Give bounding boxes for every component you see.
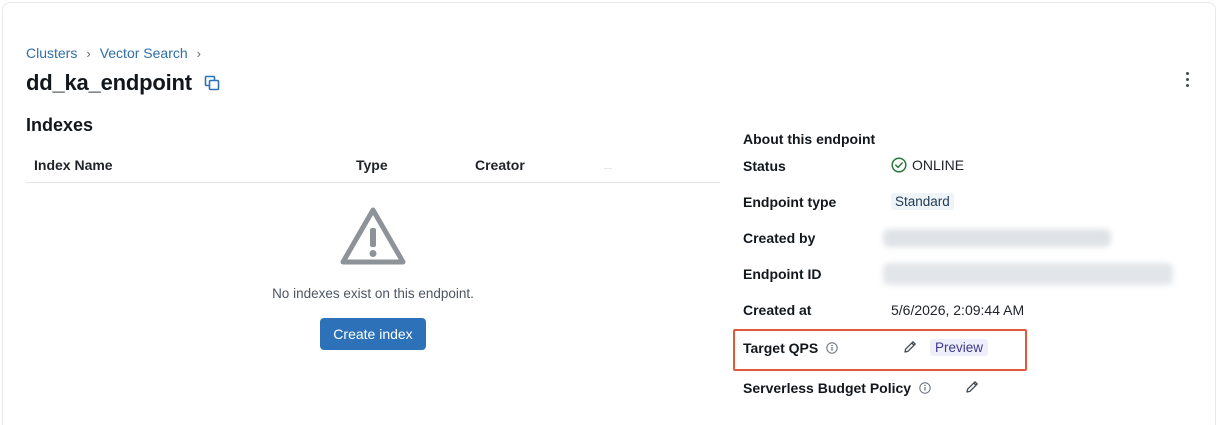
column-resize-handle[interactable]: [604, 168, 612, 169]
breadcrumb-separator: ›: [86, 45, 91, 61]
indexes-table: Index Name Type Creator: [26, 150, 720, 183]
status-text: ONLINE: [912, 157, 965, 173]
info-icon[interactable]: [919, 382, 931, 394]
empty-state: No indexes exist on this endpoint. Creat…: [26, 205, 720, 350]
more-options-icon[interactable]: [1178, 70, 1196, 88]
budget-policy-label: Serverless Budget Policy: [743, 380, 931, 396]
page-title: dd_ka_endpoint: [26, 70, 192, 95]
empty-message: No indexes exist on this endpoint.: [272, 286, 474, 301]
target-qps-text: Target QPS: [743, 340, 819, 356]
table-header: Index Name Type Creator: [26, 150, 720, 183]
copy-icon[interactable]: [204, 75, 220, 91]
endpoint-type-tag: Standard: [891, 193, 954, 210]
preview-badge: Preview: [930, 339, 989, 356]
column-header-index-name[interactable]: Index Name: [34, 157, 113, 173]
created-by-redacted: [883, 229, 1111, 247]
warning-icon: [340, 207, 406, 265]
breadcrumb-vector-search[interactable]: Vector Search: [100, 45, 188, 61]
endpoint-type-label: Endpoint type: [743, 194, 837, 210]
created-at-label: Created at: [743, 302, 812, 318]
info-icon[interactable]: [826, 342, 838, 354]
target-qps-label: Target QPS: [743, 340, 838, 356]
status-label: Status: [743, 158, 786, 174]
created-by-label: Created by: [743, 230, 816, 246]
edit-budget-policy-icon[interactable]: [964, 379, 980, 395]
endpoint-type-value: Standard: [891, 193, 954, 210]
breadcrumb: Clusters › Vector Search ›: [26, 45, 210, 61]
check-circle-icon: [891, 157, 907, 173]
endpoint-id-redacted: [883, 263, 1173, 285]
endpoint-id-label: Endpoint ID: [743, 266, 822, 282]
edit-target-qps-icon[interactable]: [902, 339, 918, 355]
column-header-creator[interactable]: Creator: [475, 157, 525, 173]
indexes-section-title: Indexes: [26, 115, 94, 135]
status-value: ONLINE: [891, 157, 964, 173]
breadcrumb-clusters[interactable]: Clusters: [26, 45, 77, 61]
create-index-button[interactable]: Create index: [320, 318, 426, 350]
budget-policy-text: Serverless Budget Policy: [743, 380, 912, 396]
created-at-value: 5/6/2026, 2:09:44 AM: [891, 302, 1025, 318]
column-header-type[interactable]: Type: [356, 157, 388, 173]
breadcrumb-separator: ›: [196, 45, 201, 61]
about-title: About this endpoint: [743, 131, 876, 147]
title-row: dd_ka_endpoint: [26, 70, 220, 96]
